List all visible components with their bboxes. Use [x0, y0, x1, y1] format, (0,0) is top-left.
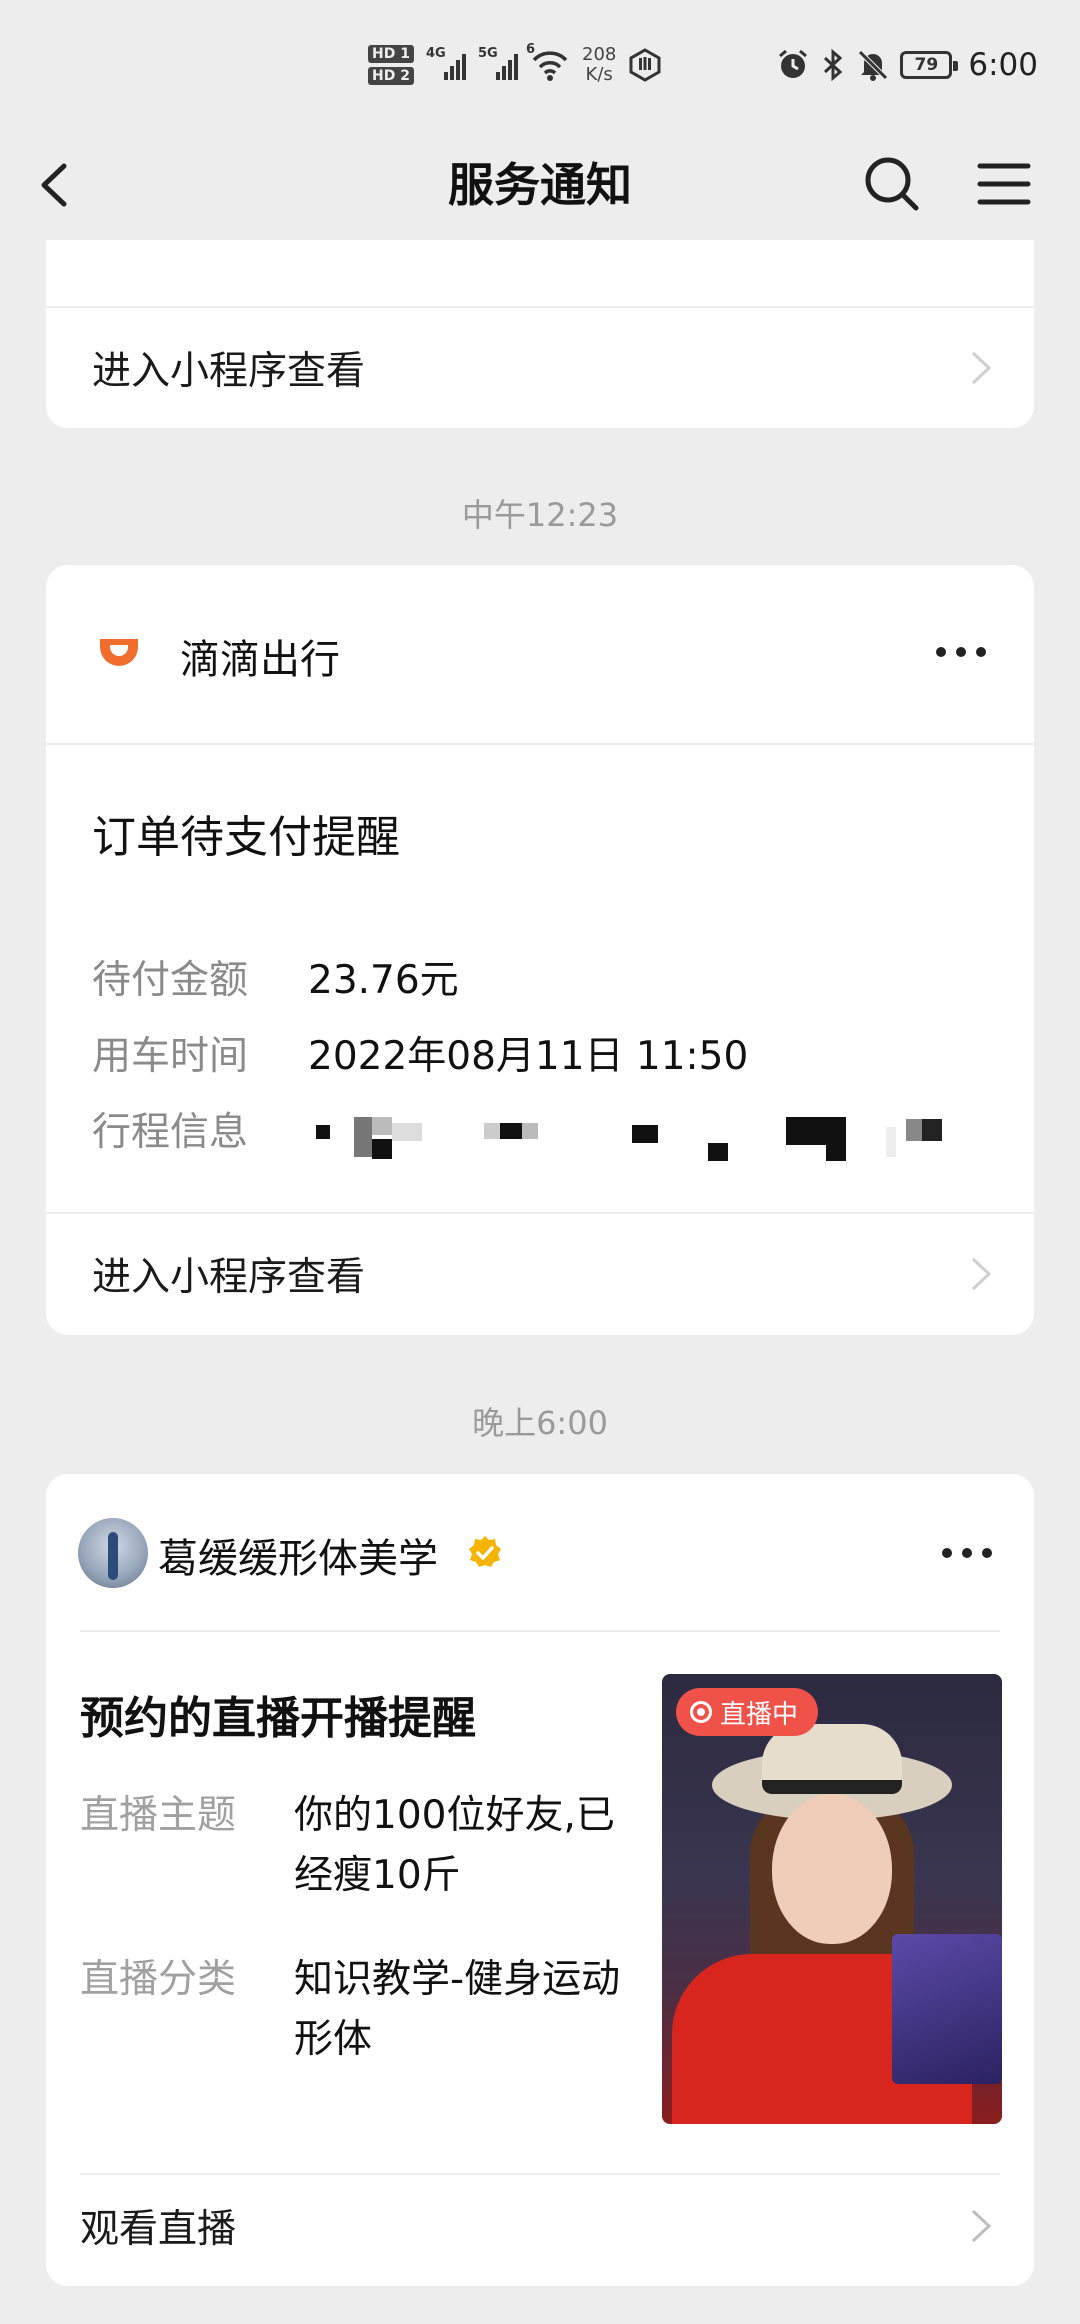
- timestamp: 中午12:23: [461, 496, 619, 534]
- pixelated-trip-info: [316, 1115, 996, 1165]
- detail-row-time: 用车时间 2022年08月11日 11:50: [92, 1034, 749, 1079]
- status-right: 79 6:00: [776, 34, 1038, 96]
- didi-logo-icon: [100, 639, 138, 666]
- app-name: 葛缓缓形体美学: [158, 1536, 438, 1582]
- detail-row-topic: 直播主题 你的100位好友,已经瘦10斤: [80, 1793, 615, 1898]
- alarm-icon: [776, 48, 810, 82]
- watch-live-link[interactable]: 观看直播: [46, 2166, 1034, 2286]
- menu-icon: [977, 163, 1031, 205]
- open-miniprogram-link[interactable]: 进入小程序查看: [46, 308, 1034, 428]
- notification-title: 预约的直播开播提醒: [80, 1693, 476, 1744]
- signal-1-icon: 4G: [426, 46, 466, 80]
- detail-row-trip: 行程信息: [92, 1110, 249, 1155]
- live-stream-thumbnail[interactable]: 直播中: [662, 1674, 1002, 2124]
- search-button[interactable]: [858, 150, 926, 218]
- hd2-badge: HD 2: [368, 67, 414, 85]
- app-name: 滴滴出行: [180, 637, 340, 683]
- hd-badges: HD 1 HD 2: [368, 45, 414, 85]
- search-icon: [865, 157, 919, 211]
- divider: [46, 743, 1034, 745]
- chevron-right-icon: [971, 1257, 992, 1291]
- nav-header: 服务通知: [0, 130, 1080, 240]
- hd1-badge: HD 1: [368, 45, 414, 63]
- avatar: [78, 1518, 148, 1588]
- battery-icon: 79: [900, 51, 959, 79]
- detail-row-amount: 待付金额 23.76元: [92, 958, 459, 1003]
- notification-card-previous: 进入小程序查看: [46, 240, 1034, 428]
- menu-button[interactable]: [970, 150, 1038, 218]
- live-status-badge: 直播中: [676, 1688, 819, 1736]
- more-options-button[interactable]: [936, 647, 986, 657]
- divider: [80, 1630, 1000, 1632]
- wifi-icon: 6: [526, 42, 570, 82]
- notification-card-didi: 滴滴出行 订单待支付提醒 待付金额 23.76元 用车时间 2022年08月11…: [46, 565, 1034, 1335]
- status-left: HD 1 HD 2 4G 5G 6 208 K/s: [368, 34, 662, 96]
- notification-title: 订单待支付提醒: [92, 812, 400, 863]
- signal-2-icon: 5G: [478, 46, 518, 80]
- hand-icon: [628, 48, 662, 82]
- mute-icon: [856, 48, 890, 82]
- clock: 6:00: [968, 47, 1038, 83]
- detail-row-category: 直播分类 知识教学-健身运动形体: [80, 1957, 621, 2062]
- timestamp: 晚上6:00: [472, 1404, 608, 1442]
- bluetooth-icon: [820, 48, 846, 82]
- verified-badge-icon: [469, 1536, 501, 1567]
- chevron-right-icon: [971, 2209, 992, 2243]
- status-bar: HD 1 HD 2 4G 5G 6 208 K/s 79 6:00: [0, 0, 1080, 130]
- notification-card-live: 葛缓缓形体美学 预约的直播开播提醒 直播主题 你的100位好友,已经瘦10斤 直…: [46, 1474, 1034, 2286]
- network-speed: 208 K/s: [582, 44, 617, 85]
- more-options-button[interactable]: [942, 1548, 992, 1558]
- open-miniprogram-link[interactable]: 进入小程序查看: [46, 1214, 1034, 1334]
- live-record-icon: [690, 1701, 712, 1723]
- chevron-right-icon: [971, 351, 992, 385]
